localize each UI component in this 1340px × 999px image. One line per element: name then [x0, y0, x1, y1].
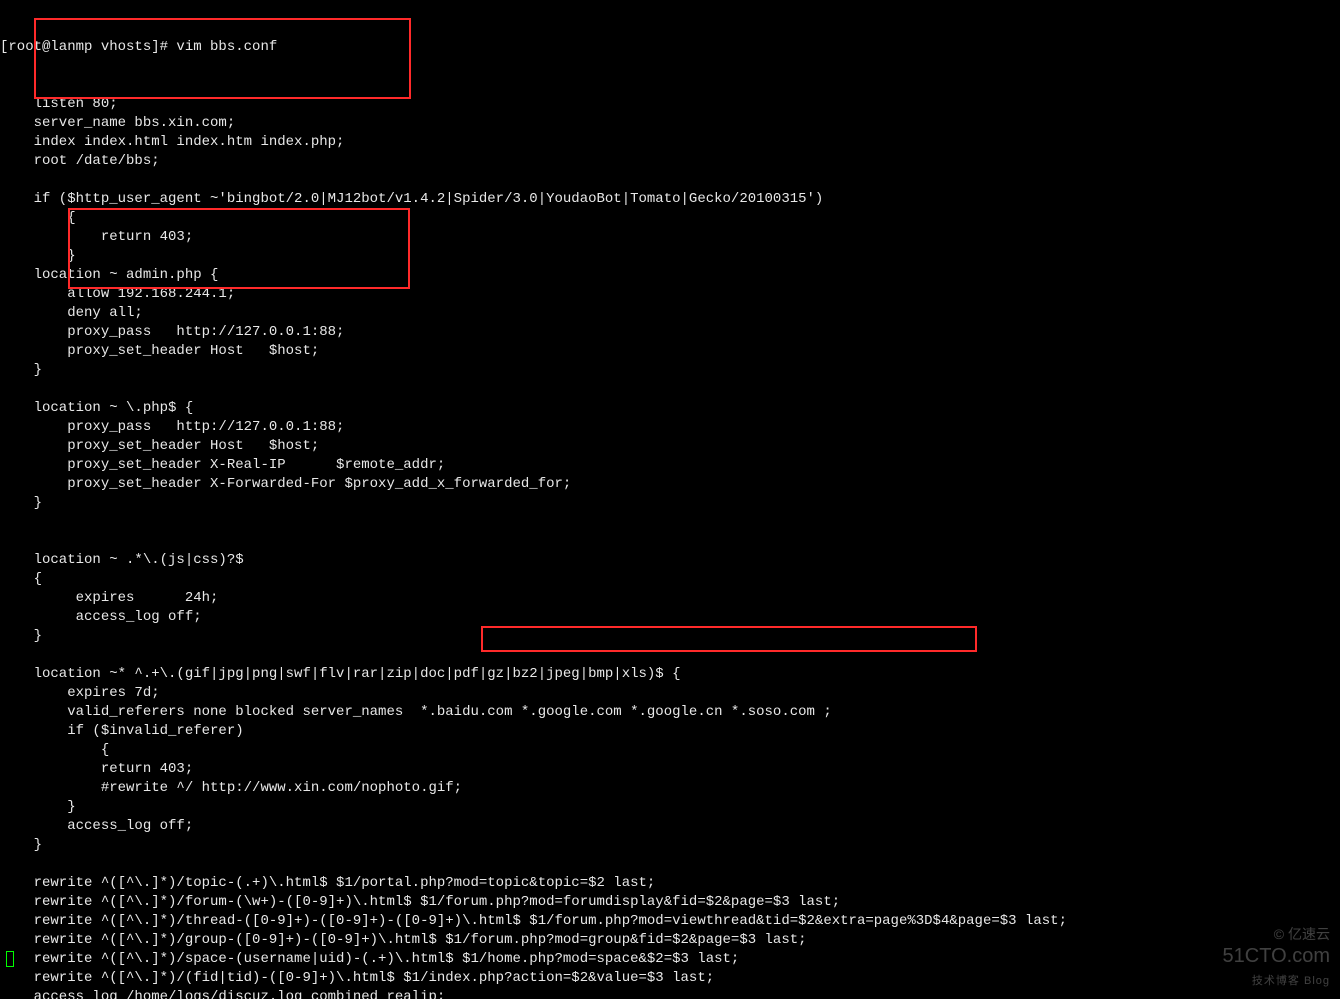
terminal-viewport[interactable]: [root@lanmp vhosts]# vim bbs.conf listen…: [0, 0, 1340, 999]
code-line: root /date/bbs;: [0, 152, 1340, 171]
code-line: location ~ \.php$ {: [0, 399, 1340, 418]
code-line: rewrite ^([^\.]*)/space-(username|uid)-(…: [0, 950, 1340, 969]
code-line: }: [0, 627, 1340, 646]
code-line: }: [0, 247, 1340, 266]
code-line: }: [0, 798, 1340, 817]
code-line: proxy_set_header X-Forwarded-For $proxy_…: [0, 475, 1340, 494]
code-line: }: [0, 836, 1340, 855]
code-line: access_log off;: [0, 608, 1340, 627]
code-line: deny all;: [0, 304, 1340, 323]
code-line: location ~* ^.+\.(gif|jpg|png|swf|flv|ra…: [0, 665, 1340, 684]
shell-prompt-line: [root@lanmp vhosts]# vim bbs.conf: [0, 38, 1340, 57]
code-line: [0, 855, 1340, 874]
code-line: return 403;: [0, 228, 1340, 247]
terminal-cursor: [6, 951, 14, 967]
code-line: }: [0, 494, 1340, 513]
code-line: proxy_pass http://127.0.0.1:88;: [0, 418, 1340, 437]
code-line: #rewrite ^/ http://www.xin.com/nophoto.g…: [0, 779, 1340, 798]
code-line: return 403;: [0, 760, 1340, 779]
code-line: proxy_set_header X-Real-IP $remote_addr;: [0, 456, 1340, 475]
code-line: [0, 646, 1340, 665]
code-line: listen 80;: [0, 95, 1340, 114]
code-line: {: [0, 570, 1340, 589]
code-line: proxy_set_header Host $host;: [0, 342, 1340, 361]
code-line: access_log off;: [0, 817, 1340, 836]
code-line: expires 7d;: [0, 684, 1340, 703]
code-line: allow 192.168.244.1;: [0, 285, 1340, 304]
code-line: [0, 171, 1340, 190]
code-line: [0, 513, 1340, 532]
code-line: location ~ admin.php {: [0, 266, 1340, 285]
code-line: proxy_pass http://127.0.0.1:88;: [0, 323, 1340, 342]
code-line: [0, 380, 1340, 399]
code-line: [0, 532, 1340, 551]
code-line: proxy_set_header Host $host;: [0, 437, 1340, 456]
code-line: rewrite ^([^\.]*)/group-([0-9]+)-([0-9]+…: [0, 931, 1340, 950]
code-line: if ($http_user_agent ~'bingbot/2.0|MJ12b…: [0, 190, 1340, 209]
code-line: rewrite ^([^\.]*)/topic-(.+)\.html$ $1/p…: [0, 874, 1340, 893]
code-line: server_name bbs.xin.com;: [0, 114, 1340, 133]
code-line: {: [0, 209, 1340, 228]
file-content: listen 80; server_name bbs.xin.com; inde…: [0, 95, 1340, 999]
code-line: index index.html index.htm index.php;: [0, 133, 1340, 152]
code-line: access_log /home/logs/discuz.log combine…: [0, 988, 1340, 999]
code-line: location ~ .*\.(js|css)?$: [0, 551, 1340, 570]
code-line: rewrite ^([^\.]*)/forum-(\w+)-([0-9]+)\.…: [0, 893, 1340, 912]
code-line: if ($invalid_referer): [0, 722, 1340, 741]
highlight-box-server-block: [34, 18, 411, 99]
code-line: }: [0, 361, 1340, 380]
code-line: valid_referers none blocked server_names…: [0, 703, 1340, 722]
code-line: rewrite ^([^\.]*)/(fid|tid)-([0-9]+)\.ht…: [0, 969, 1340, 988]
code-line: {: [0, 741, 1340, 760]
code-line: expires 24h;: [0, 589, 1340, 608]
code-line: rewrite ^([^\.]*)/thread-([0-9]+)-([0-9]…: [0, 912, 1340, 931]
